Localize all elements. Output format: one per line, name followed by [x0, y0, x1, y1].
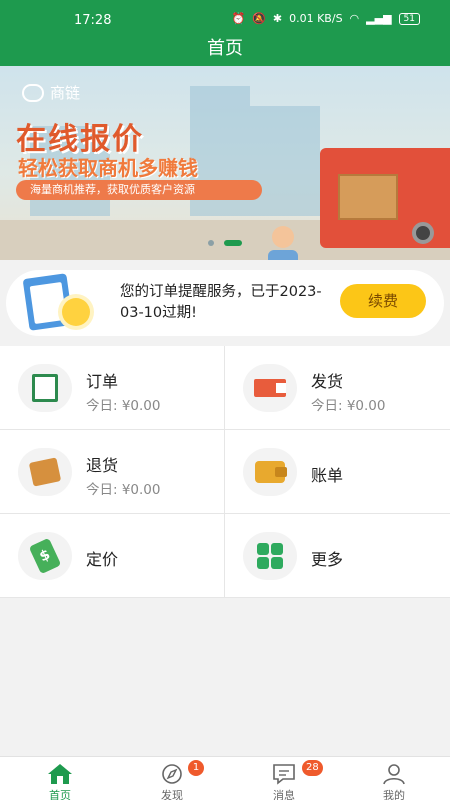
menu-item-title: 退货	[86, 456, 119, 475]
return-box-icon	[18, 448, 72, 496]
promo-banner[interactable]: 商链 在线报价 轻松获取商机多赚钱 海量商机推荐，获取优质客户资源	[0, 66, 450, 260]
menu-item-more[interactable]: 更多	[225, 514, 450, 598]
menu-item-subtitle: 今日: ¥0.00	[86, 398, 161, 414]
order-clipboard-icon	[18, 364, 72, 412]
menu-grid: 订单 今日: ¥0.00 发货 今日: ¥0.00 退货 今日: ¥0.00 账…	[0, 346, 450, 598]
tab-profile[interactable]: 我的	[338, 757, 450, 800]
bluetooth-icon: ✱	[272, 12, 283, 25]
home-icon	[48, 764, 72, 784]
tab-messages[interactable]: 28 消息	[228, 757, 340, 800]
wifi-icon: ◠	[349, 12, 360, 25]
discover-badge: 1	[188, 760, 204, 776]
menu-item-title: 发货	[311, 372, 344, 391]
bottom-tab-bar: 首页 1 发现 28 消息 我的	[0, 756, 450, 800]
compass-icon	[162, 764, 182, 784]
menu-item-subtitle: 今日: ¥0.00	[311, 398, 386, 414]
logo-icon	[22, 83, 44, 102]
banner-tagline: 海量商机推荐，获取优质客户资源	[16, 180, 262, 200]
user-icon	[383, 764, 405, 785]
background-building	[250, 106, 320, 216]
menu-item-returns[interactable]: 退货 今日: ¥0.00	[0, 430, 225, 514]
message-icon	[273, 764, 295, 785]
messages-badge: 28	[302, 760, 323, 776]
page-indicator-dot-active[interactable]	[224, 240, 242, 246]
menu-item-title: 订单	[86, 372, 119, 391]
menu-item-title: 更多	[311, 550, 344, 569]
cargo-box-illustration	[338, 174, 398, 220]
banner-logo: 商链	[22, 82, 80, 103]
tab-label: 我的	[383, 789, 405, 800]
menu-item-order[interactable]: 订单 今日: ¥0.00	[0, 346, 225, 430]
more-grid-icon	[243, 532, 297, 580]
notice-text: 您的订单提醒服务，已于2023-03-10过期!	[120, 284, 322, 321]
status-bar: 17:28 ⏰ 🔕 ✱ 0.01 KB/S ◠ ▂▄▆ 51	[0, 10, 450, 30]
clipboard-bulb-icon	[22, 273, 92, 334]
banner-subline: 轻松获取商机多赚钱	[18, 156, 198, 180]
delivery-truck-icon	[243, 364, 297, 412]
tab-label: 首页	[49, 789, 71, 800]
renew-button[interactable]: 续费	[340, 284, 426, 318]
battery-icon: 51	[398, 12, 420, 25]
top-app-bar: 17:28 ⏰ 🔕 ✱ 0.01 KB/S ◠ ▂▄▆ 51 首页	[0, 0, 450, 66]
network-speed: 0.01 KB/S	[289, 12, 343, 25]
banner-page-indicator	[0, 240, 450, 246]
menu-item-subtitle: 今日: ¥0.00	[86, 482, 161, 498]
page-indicator-dot[interactable]	[208, 240, 214, 246]
subscription-notice: 您的订单提醒服务，已于2023-03-10过期! 续费	[6, 270, 444, 336]
status-icons: ⏰ 🔕 ✱ 0.01 KB/S ◠ ▂▄▆ 51	[231, 12, 420, 25]
menu-item-pricing[interactable]: $ 定价	[0, 514, 225, 598]
tab-label: 消息	[273, 789, 295, 800]
signal-icon: ▂▄▆	[366, 12, 392, 25]
tab-discover[interactable]: 1 发现	[116, 757, 228, 800]
wallet-icon	[243, 448, 297, 496]
menu-item-bills[interactable]: 账单	[225, 430, 450, 514]
banner-logo-text: 商链	[50, 84, 81, 102]
tab-label: 发现	[161, 789, 183, 800]
alarm-icon: ⏰	[231, 12, 246, 25]
menu-item-title: 定价	[86, 550, 119, 569]
menu-item-title: 账单	[311, 466, 344, 485]
tab-home[interactable]: 首页	[4, 757, 116, 800]
price-tag-icon: $	[18, 532, 72, 580]
page-title: 首页	[207, 38, 243, 59]
mute-icon: 🔕	[252, 12, 266, 25]
status-time: 17:28	[74, 13, 112, 28]
menu-item-delivery[interactable]: 发货 今日: ¥0.00	[225, 346, 450, 430]
